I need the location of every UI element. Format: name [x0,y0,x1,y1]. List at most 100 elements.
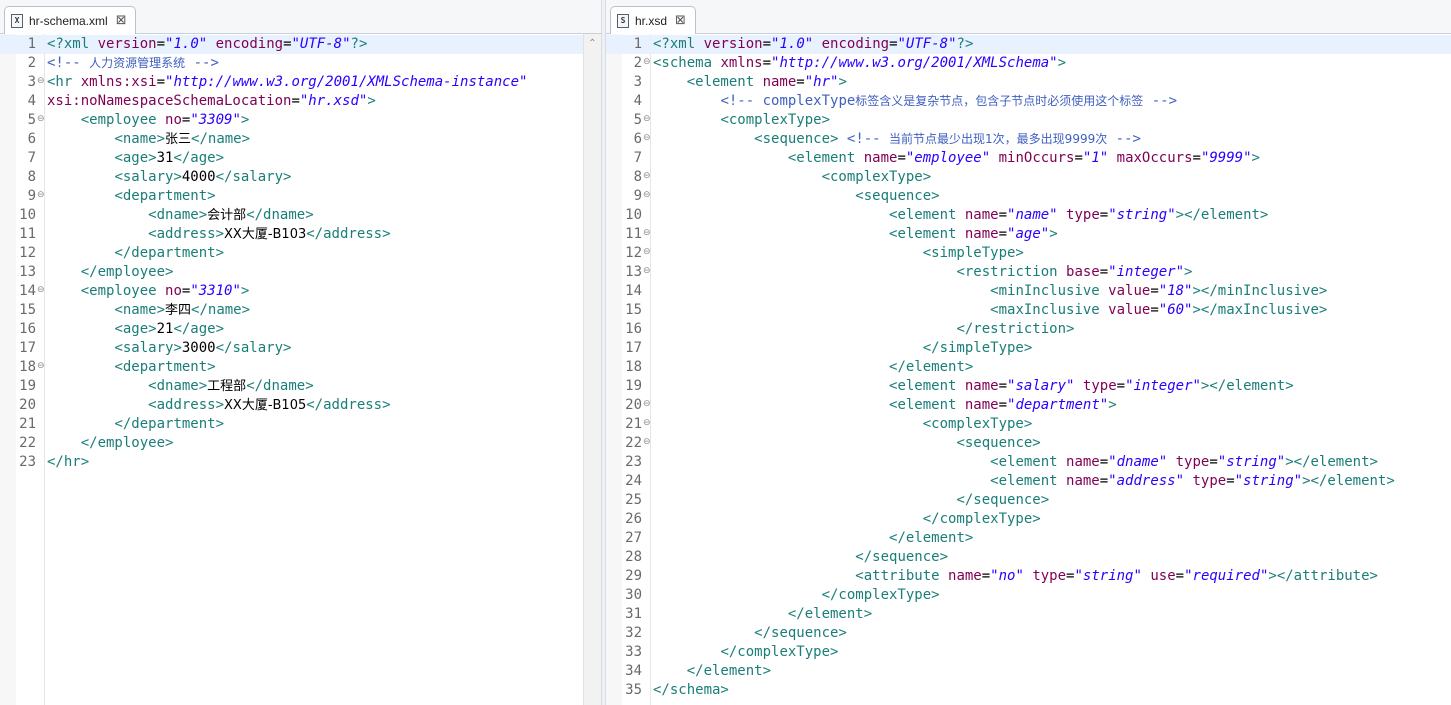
code-line[interactable]: 3 <element name="hr"> [606,73,1451,92]
code-line[interactable]: 11 <address>XX大厦-B103</address> [0,225,601,244]
code-line[interactable]: 24 <element name="address" type="string"… [606,472,1451,491]
code-line[interactable]: 20 ⊖ <element name="department"> [606,396,1451,415]
fold-collapse-icon[interactable]: ⊖ [643,416,651,430]
code-line[interactable]: 19 <element name="salary" type="integer"… [606,377,1451,396]
code-line[interactable]: 32 </sequence> [606,624,1451,643]
fold-collapse-icon[interactable]: ⊖ [643,131,651,145]
fold-collapse-icon[interactable]: ⊖ [37,283,45,297]
code-editor[interactable]: 1 <?xml version="1.0" encoding="UTF-8"?> 2… [0,34,601,705]
code-line[interactable]: 15 <maxInclusive value="60"></maxInclusi… [606,301,1451,320]
code-line[interactable]: 20 <address>XX大厦-B105</address> [0,396,601,415]
code-line[interactable]: 19 <dname>工程部</dname> [0,377,601,396]
code-line[interactable]: 15 <name>李四</name> [0,301,601,320]
code-line[interactable]: 23 <element name="dname" type="string"><… [606,453,1451,472]
code-line[interactable]: 14 ⊖ <employee no="3310"> [0,282,601,301]
code-line[interactable]: 7 <element name="employee" minOccurs="1"… [606,149,1451,168]
code-line[interactable]: 4 <!-- complexType标签含义是复杂节点，包含子节点时必须使用这个… [606,92,1451,111]
code-line[interactable]: 16 <age>21</age> [0,320,601,339]
fold-collapse-icon[interactable]: ⊖ [643,397,651,411]
code-line[interactable]: 26 </complexType> [606,510,1451,529]
fold-collapse-icon[interactable]: ⊖ [643,188,651,202]
code-line[interactable]: 6 <name>张三</name> [0,130,601,149]
token-attr: version [97,36,157,52]
code-line[interactable]: 12 ⊖ <simpleType> [606,244,1451,263]
code-line[interactable]: 17 <salary>3000</salary> [0,339,601,358]
code-line[interactable]: 31 </element> [606,605,1451,624]
code-line[interactable]: 33 </complexType> [606,643,1451,662]
line-number: 19 [625,378,642,394]
fold-collapse-icon[interactable]: ⊖ [643,435,651,449]
code-line[interactable]: 22 </employee> [0,434,601,453]
fold-collapse-icon[interactable]: ⊖ [643,226,651,240]
code-line[interactable]: 23 </hr> [0,453,601,472]
close-icon[interactable]: ⊠ [116,14,127,27]
token-cjk: 会计部 [207,208,247,223]
code-line[interactable]: 16 </restriction> [606,320,1451,339]
fold-collapse-icon[interactable]: ⊖ [643,112,651,126]
code-line[interactable]: 5 ⊖ <complexType> [606,111,1451,130]
token-tag: > [1049,226,1058,242]
code-line[interactable]: 14 <minInclusive value="18"></minInclusi… [606,282,1451,301]
code-editor[interactable]: 1 <?xml version="1.0" encoding="UTF-8"?> 2… [606,34,1451,705]
fold-collapse-icon[interactable]: ⊖ [37,112,45,126]
line-number: 5 [633,112,642,128]
fold-collapse-icon[interactable]: ⊖ [37,359,45,373]
token-tag: </sequence> [956,492,1050,508]
code-line[interactable]: 18 ⊖ <department> [0,358,601,377]
vertical-scrollbar[interactable]: ⌃ [583,34,601,705]
code-line[interactable]: 3 ⊖ <hr xmlns:xsi="http://www.w3.org/2001/… [0,73,601,92]
token-tag: <element [787,150,864,166]
code-line[interactable]: 10 <dname>会计部</dname> [0,206,601,225]
code-line[interactable]: 30 </complexType> [606,586,1451,605]
fold-collapse-icon[interactable]: ⊖ [643,169,651,183]
token-txt: = [897,150,906,166]
fold-collapse-icon[interactable]: ⊖ [37,74,45,88]
token-val: "no" [990,568,1024,584]
code-line[interactable]: 34 </element> [606,662,1451,681]
close-icon[interactable]: ⊠ [675,14,686,27]
code-line[interactable]: 2 ⊖ <schema xmlns="http://www.w3.org/2001/… [606,54,1451,73]
code-line[interactable]: 35 </schema> [606,681,1451,700]
code-line[interactable]: 29 <attribute name="no" type="string" us… [606,567,1451,586]
code-line[interactable]: 11 ⊖ <element name="age"> [606,225,1451,244]
code-line[interactable]: 22 ⊖ <sequence> [606,434,1451,453]
code-line[interactable]: 8 <salary>4000</salary> [0,168,601,187]
code-line[interactable]: 18 </element> [606,358,1451,377]
line-number: 32 [625,625,642,641]
token-tag: ></maxInclusive> [1192,302,1328,318]
line-number: 25 [625,492,642,508]
code-line[interactable]: 7 <age>31</age> [0,149,601,168]
code-line[interactable]: 4 xsi:noNamespaceSchemaLocation="hr.xsd"> [0,92,601,111]
code-line[interactable]: 5 ⊖ <employee no="3309"> [0,111,601,130]
token-attr: name [1066,454,1100,470]
fold-collapse-icon[interactable]: ⊖ [37,188,45,202]
code-line[interactable]: 10 <element name="name" type="string"></… [606,206,1451,225]
code-line[interactable]: 13 </employee> [0,263,601,282]
fold-collapse-icon[interactable]: ⊖ [643,264,651,278]
scroll-up-arrow-icon[interactable]: ⌃ [584,36,601,52]
code-line[interactable]: 12 </department> [0,244,601,263]
code-line[interactable]: 1 <?xml version="1.0" encoding="UTF-8"?> [606,35,1451,54]
code-line[interactable]: 8 ⊖ <complexType> [606,168,1451,187]
code-line[interactable]: 2 <!-- 人力资源管理系统 --> [0,54,601,73]
code-line[interactable]: 1 <?xml version="1.0" encoding="UTF-8"?> [0,35,601,54]
code-line[interactable]: 6 ⊖ <sequence> <!-- 当前节点最少出现1次，最多出现9999次 … [606,130,1451,149]
line-number: 23 [19,454,36,470]
code-line[interactable]: 25 </sequence> [606,491,1451,510]
token-txt: 3000 [181,340,216,356]
fold-collapse-icon[interactable]: ⊖ [643,55,651,69]
code-line[interactable]: 17 </simpleType> [606,339,1451,358]
tab-hr-xsd[interactable]: S hr.xsd ⊠ [610,6,696,34]
code-line[interactable]: 13 ⊖ <restriction base="integer"> [606,263,1451,282]
code-line[interactable]: 9 ⊖ <sequence> [606,187,1451,206]
code-line[interactable]: 27 </element> [606,529,1451,548]
code-line[interactable]: 21 </department> [0,415,601,434]
code-line[interactable]: 9 ⊖ <department> [0,187,601,206]
fold-collapse-icon[interactable]: ⊖ [643,245,651,259]
tab-hr-schema-xml[interactable]: X hr-schema.xml ⊠ [4,6,136,34]
line-number: 9 [27,188,36,204]
code-line[interactable]: 28 </sequence> [606,548,1451,567]
code-line[interactable]: 21 ⊖ <complexType> [606,415,1451,434]
line-number: 12 [19,245,36,261]
